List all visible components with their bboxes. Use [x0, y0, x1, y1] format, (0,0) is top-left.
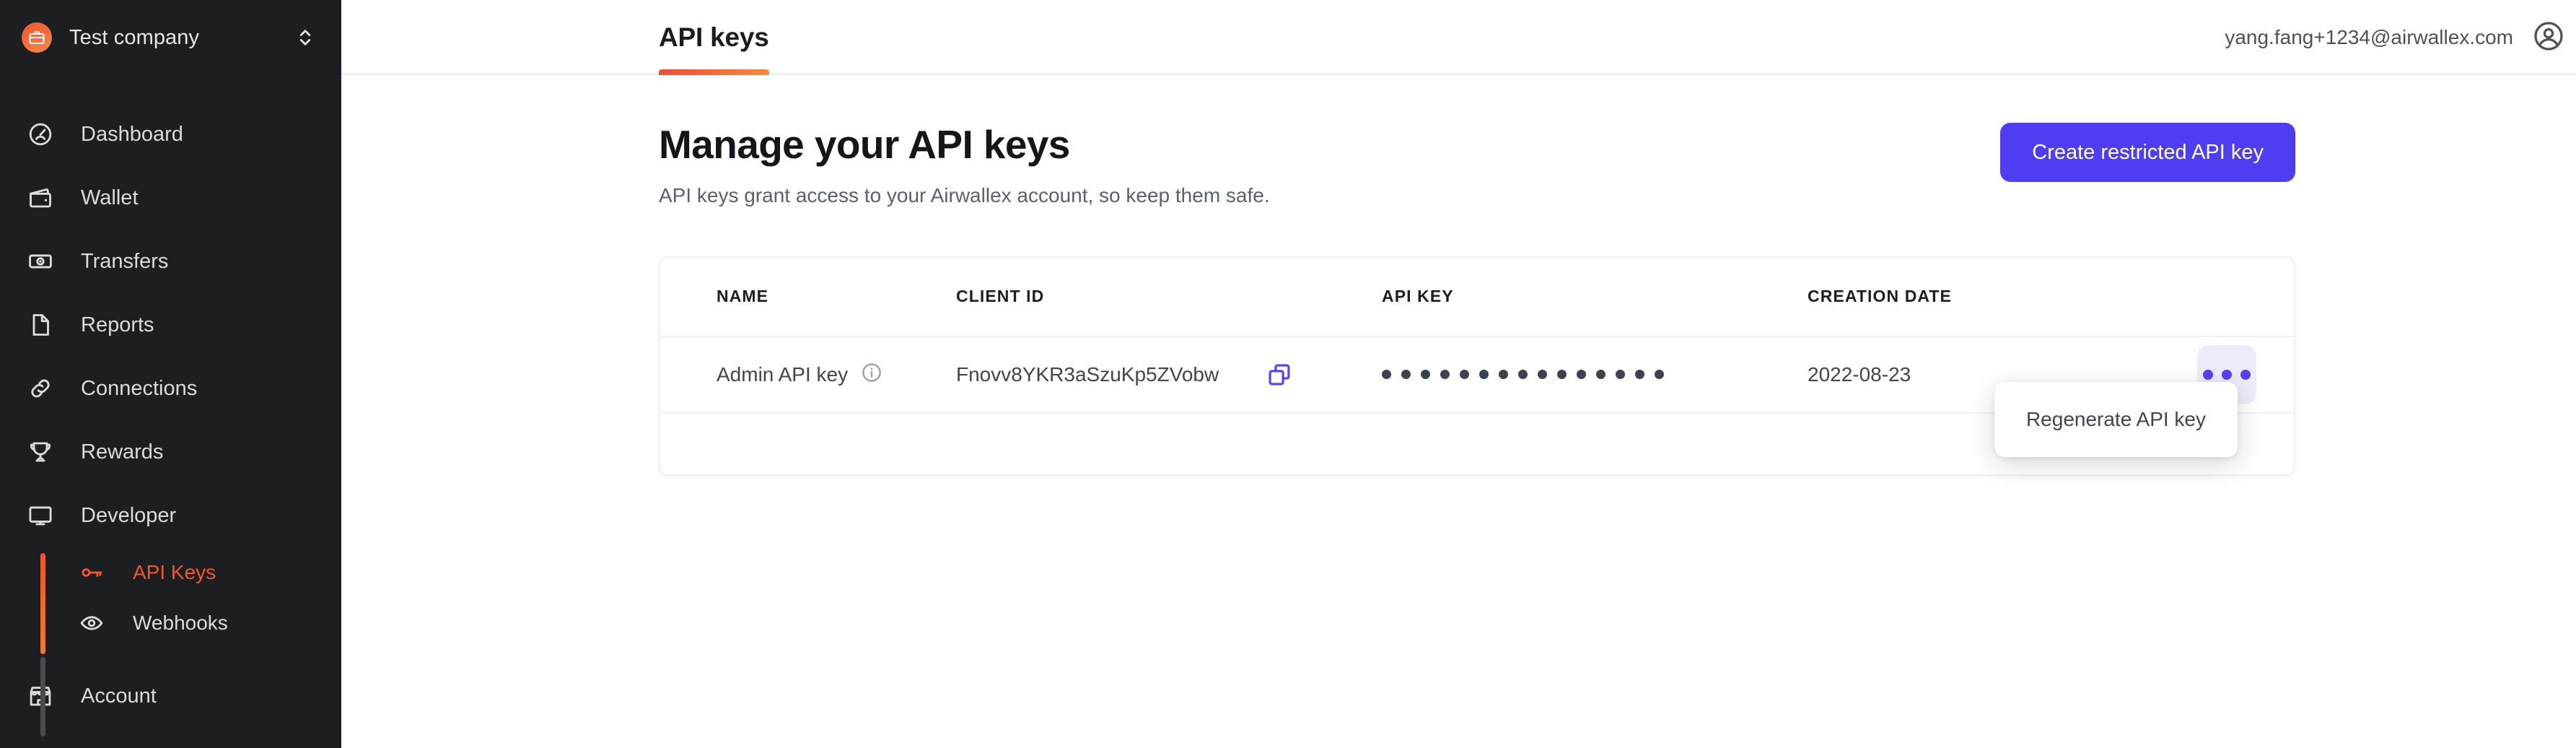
sidebar-nav: Dashboard Wallet Transfers Reports Conne…	[0, 75, 341, 736]
inactive-rail	[40, 657, 45, 736]
sidebar: Test company Dashboard Wallet Transfers …	[0, 0, 341, 748]
client-id-value: Fnovv8YKR3aSzuKp5ZVobw	[956, 362, 1219, 386]
sidebar-subitem-label: Webhooks	[133, 612, 228, 634]
info-icon[interactable]	[861, 362, 882, 387]
sidebar-item-api-keys[interactable]: API Keys	[42, 547, 341, 598]
monitor-icon	[27, 503, 61, 529]
sidebar-item-label: Account	[81, 684, 157, 708]
tab-active-underline	[659, 69, 769, 75]
sidebar-item-account[interactable]: Account	[0, 664, 341, 728]
copy-icon[interactable]	[1266, 362, 1292, 388]
sidebar-item-label: Transfers	[81, 249, 169, 273]
table-header-row: NAME CLIENT ID API KEY CREATION DATE	[660, 258, 2294, 337]
page-title: Manage your API keys	[659, 122, 1070, 167]
chevron-up-down-icon[interactable]	[297, 27, 314, 48]
column-header-client-id: CLIENT ID	[956, 287, 1045, 305]
column-header-name: NAME	[717, 287, 769, 305]
row-actions-dropdown: Regenerate API key	[1994, 381, 2238, 457]
api-key-name: Admin API key	[717, 362, 849, 386]
sidebar-item-developer[interactable]: Developer	[0, 484, 341, 547]
api-keys-table: NAME CLIENT ID API KEY CREATION DATE Adm…	[659, 256, 2295, 476]
cell-api-key	[1382, 370, 1808, 379]
sidebar-item-label: Dashboard	[81, 122, 183, 146]
sidebar-item-reports[interactable]: Reports	[0, 293, 341, 357]
topbar-tabs: API keys	[341, 0, 769, 75]
sidebar-item-transfers[interactable]: Transfers	[0, 230, 341, 293]
trophy-icon	[27, 439, 61, 465]
page-header-text: Manage your API keys API keys grant acce…	[659, 123, 1270, 207]
eye-icon	[79, 611, 113, 635]
sidebar-item-connections[interactable]: Connections	[0, 357, 341, 420]
page-header: Manage your API keys API keys grant acce…	[659, 75, 2576, 207]
tab-label: API keys	[659, 22, 769, 52]
sidebar-item-dashboard[interactable]: Dashboard	[0, 103, 341, 166]
api-key-masked	[1382, 370, 1808, 379]
sidebar-subitem-label: API Keys	[133, 561, 216, 583]
key-icon	[79, 560, 113, 585]
wallet-icon	[27, 185, 61, 211]
user-email: yang.fang+1234@airwallex.com	[2225, 26, 2513, 48]
user-circle-icon[interactable]	[2532, 19, 2565, 56]
page-content: Manage your API keys API keys grant acce…	[341, 75, 2576, 476]
developer-subnav: API Keys Webhooks	[0, 547, 341, 736]
company-switcher[interactable]: Test company	[0, 0, 341, 75]
gauge-icon	[27, 121, 61, 147]
document-icon	[27, 312, 61, 338]
company-name: Test company	[69, 25, 200, 49]
sidebar-item-rewards[interactable]: Rewards	[0, 420, 341, 484]
topbar: API keys yang.fang+1234@airwallex.com	[341, 0, 2576, 75]
app-root: Test company Dashboard Wallet Transfers …	[0, 0, 2576, 748]
cell-client-id: Fnovv8YKR3aSzuKp5ZVobw	[956, 362, 1382, 388]
sidebar-item-wallet[interactable]: Wallet	[0, 166, 341, 230]
sidebar-item-webhooks[interactable]: Webhooks	[42, 598, 341, 648]
user-menu[interactable]: yang.fang+1234@airwallex.com	[2225, 0, 2576, 75]
briefcase-icon	[22, 22, 52, 53]
tab-api-keys[interactable]: API keys	[659, 0, 769, 75]
menu-item-regenerate-api-key[interactable]: Regenerate API key	[1994, 395, 2238, 444]
page-subtitle: API keys grant access to your Airwallex …	[659, 183, 1270, 206]
sidebar-item-label: Developer	[81, 503, 177, 527]
column-header-api-key: API KEY	[1382, 287, 1454, 305]
column-header-creation-date: CREATION DATE	[1808, 287, 1952, 305]
banknote-icon	[27, 248, 61, 274]
main-area: API keys yang.fang+1234@airwallex.com Ma…	[341, 0, 2576, 748]
sidebar-item-label: Reports	[81, 313, 154, 336]
link-icon	[27, 375, 61, 401]
sidebar-item-label: Connections	[81, 376, 198, 400]
create-restricted-api-key-button[interactable]: Create restricted API key	[2000, 123, 2295, 182]
sidebar-item-label: Rewards	[81, 440, 164, 464]
sidebar-item-label: Wallet	[81, 186, 139, 209]
cell-name: Admin API key	[660, 362, 956, 387]
